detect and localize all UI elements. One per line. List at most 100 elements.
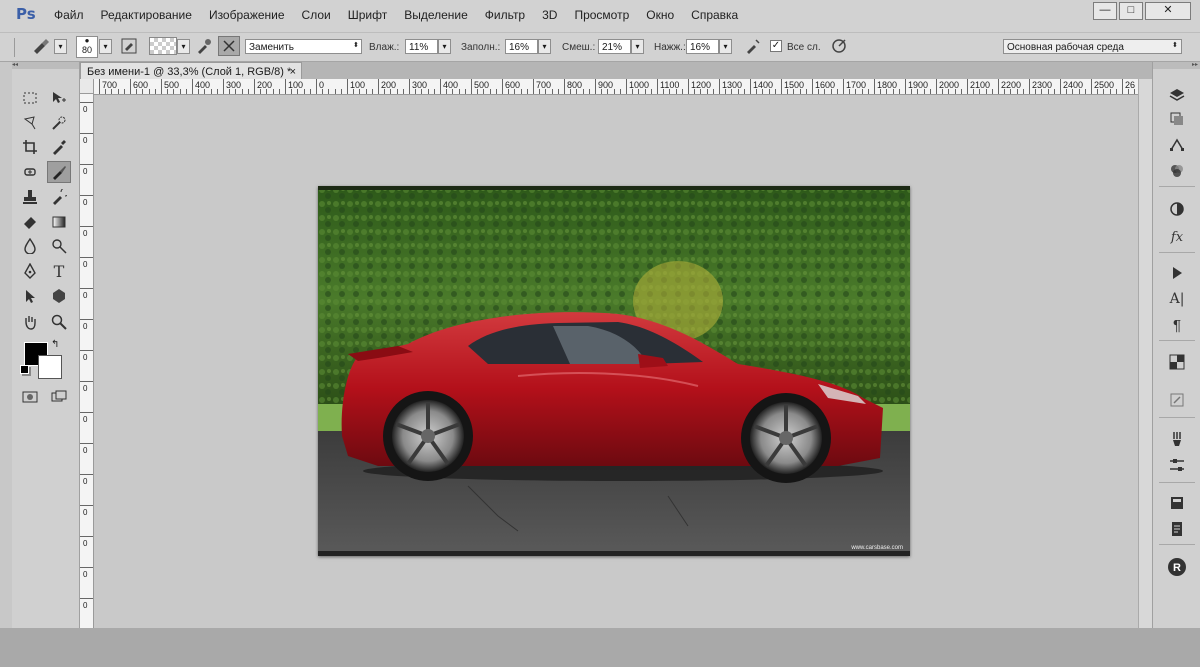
clone-source-panel-icon[interactable] [1165,389,1189,411]
dock-collapse-icon[interactable]: ▸▸ [1153,62,1200,69]
horizontal-ruler[interactable]: 700 600 500 400 300 200 100 0 100 200 300 400 500 600… [94,79,1138,95]
document-tab[interactable]: Без имени-1 @ 33,3% (Слой 1, RGB/8) * × [80,62,302,80]
flow-dropdown[interactable]: ▾ [719,39,732,54]
brush-panel-icon[interactable] [119,37,139,55]
load-dropdown[interactable]: ▾ [538,39,551,54]
current-brush-load-swatch[interactable] [149,37,177,55]
wet-input[interactable]: 11% [405,39,438,54]
dodge-tool-icon[interactable] [47,235,71,257]
menu-layers[interactable]: Слои [302,8,331,22]
menu-help[interactable]: Справка [691,8,738,22]
shape-tool-icon[interactable] [47,285,71,307]
ruler-origin[interactable] [80,79,94,94]
minimize-button[interactable]: — [1093,2,1117,20]
default-colors-icon[interactable] [20,365,29,374]
mixer-brush-preset-icon[interactable] [28,37,54,55]
menu-select[interactable]: Выделение [404,8,468,22]
ruler-tick [719,79,720,94]
zoom-tool-icon[interactable] [47,311,71,333]
quick-selection-tool-icon[interactable] [47,112,71,134]
marquee-tool-icon[interactable] [18,87,42,109]
layers-panel-icon[interactable] [1165,84,1189,106]
menu-view[interactable]: Просмотр [574,8,629,22]
mixer-brush-tool-icon[interactable] [47,161,71,183]
ruler-tick [80,257,93,258]
adjustments-panel-icon[interactable] [1165,198,1189,220]
dock-separator [1159,417,1195,418]
paragraph-panel-icon[interactable]: ¶ [1165,314,1189,336]
mix-dropdown[interactable]: ▾ [631,39,644,54]
eraser-tool-icon[interactable] [18,211,42,233]
vertical-ruler[interactable]: 000000000000000000 [80,94,94,628]
vertical-scrollbar[interactable] [1138,79,1152,628]
status-bar [0,628,1200,667]
channels-panel-icon[interactable] [1165,108,1189,130]
menu-filter[interactable]: Фильтр [485,8,525,22]
ruler-minor-tick [1016,89,1018,94]
type-tool-icon[interactable]: T [47,260,71,282]
move-tool-icon[interactable] [47,87,71,109]
clean-brush-icon[interactable] [218,36,240,56]
actions-panel-icon[interactable] [1165,262,1189,284]
color-panel-icon[interactable] [1165,160,1189,182]
notes-panel-icon[interactable] [1165,492,1189,514]
airbrush-icon[interactable] [742,37,764,55]
crop-tool-icon[interactable] [18,136,42,158]
clone-stamp-tool-icon[interactable] [18,186,42,208]
ruler-tick-label: 0 [83,446,88,455]
close-window-button[interactable]: ✕ [1145,2,1191,20]
menu-window[interactable]: Окно [646,8,674,22]
load-brush-icon[interactable] [193,37,215,55]
ruler-tick [80,536,93,537]
brush-picker-dropdown[interactable]: ▾ [99,39,112,54]
quick-mask-icon[interactable] [18,386,42,408]
blur-tool-icon[interactable] [18,235,42,257]
flow-input[interactable]: 16% [686,39,719,54]
workspace-select[interactable]: Основная рабочая среда [1003,39,1182,54]
history-panel-icon[interactable] [1165,518,1189,540]
swap-colors-icon[interactable]: ↰ [51,339,59,350]
brush-panel-icon[interactable] [1165,454,1189,476]
menu-image[interactable]: Изображение [209,8,285,22]
ruler-minor-tick [334,89,336,94]
ruler-tick [80,598,93,599]
spot-healing-tool-icon[interactable] [18,161,42,183]
character-panel-icon[interactable]: A| [1165,288,1189,310]
pressure-icon[interactable] [828,37,850,55]
lasso-tool-icon[interactable] [18,112,42,134]
path-selection-tool-icon[interactable] [18,285,42,307]
eyedropper-tool-icon[interactable] [47,136,71,158]
pen-tool-icon[interactable] [18,260,42,282]
styles-panel-icon[interactable]: fx [1165,226,1189,248]
tools-panel-collapse-icon[interactable]: ◂◂ [12,62,79,69]
ruler-tick [564,79,565,94]
brush-presets-panel-icon[interactable] [1165,428,1189,450]
ruler-minor-tick [526,89,528,94]
background-color-swatch[interactable] [38,355,62,379]
canvas-image[interactable]: www.carsbase.com [318,186,910,556]
brush-load-dropdown[interactable]: ▾ [177,39,190,54]
gradient-tool-icon[interactable] [47,211,71,233]
tool-preset-dropdown[interactable]: ▾ [54,39,67,54]
navigator-panel-icon[interactable] [1165,351,1189,373]
brush-size-picker[interactable]: ● 80 [76,36,98,58]
history-brush-tool-icon[interactable] [47,186,71,208]
blend-preset-select[interactable]: Заменить [245,39,362,54]
mix-input[interactable]: 21% [598,39,631,54]
menu-edit[interactable]: Редактирование [101,8,192,22]
load-input[interactable]: 16% [505,39,538,54]
wet-dropdown[interactable]: ▾ [438,39,451,54]
maximize-button[interactable]: □ [1119,2,1143,20]
plugin-r-icon[interactable]: R [1165,556,1189,578]
hand-tool-icon[interactable] [18,311,42,333]
menu-file[interactable]: Файл [54,8,84,22]
menu-3d[interactable]: 3D [542,8,557,22]
ruler-tick-label: 0 [83,570,88,579]
screen-mode-icon[interactable] [47,386,71,408]
sample-all-layers-checkbox[interactable]: ✓ [770,40,782,52]
ruler-tick [843,79,844,94]
menu-type[interactable]: Шрифт [348,8,387,22]
paths-panel-icon[interactable] [1165,134,1189,156]
ruler-minor-tick [241,89,243,94]
ruler-minor-tick [669,89,671,94]
